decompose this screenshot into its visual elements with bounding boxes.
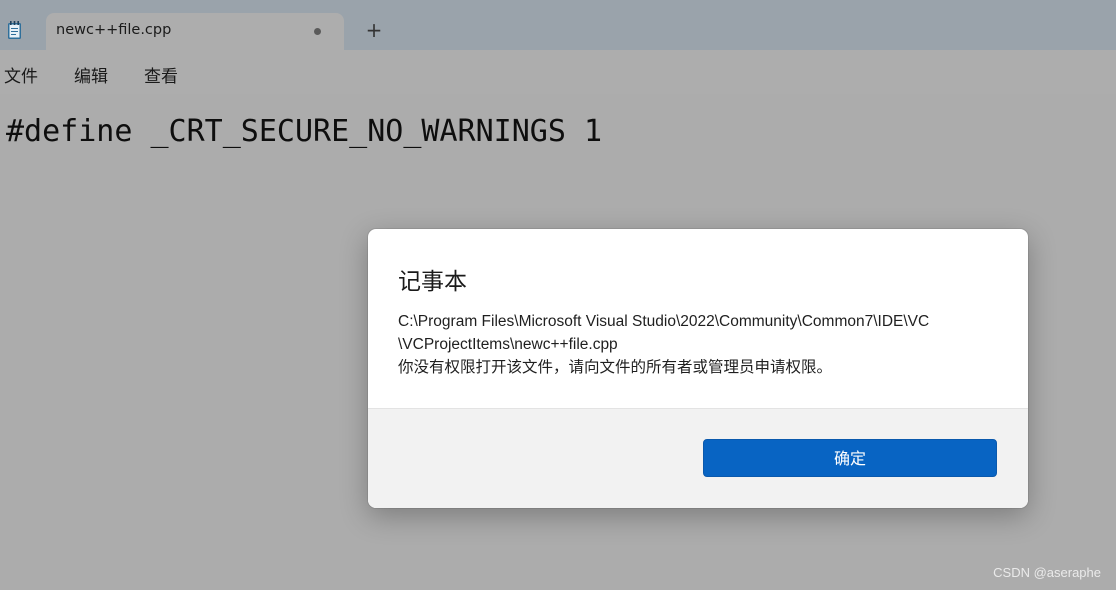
dialog-message-path-line-2: \VCProjectItems\newc++file.cpp [398, 336, 618, 353]
unsaved-dot-icon[interactable] [314, 28, 321, 35]
dialog-message-path-line-1: C:\Program Files\Microsoft Visual Studio… [398, 313, 930, 330]
notepad-window: newc++file.cpp + 文件 编辑 查看 #define _CRT_S… [0, 0, 1116, 590]
permission-error-dialog: 记事本 C:\Program Files\Microsoft Visual St… [368, 229, 1028, 508]
dialog-footer: 确定 [368, 408, 1028, 508]
menu-file[interactable]: 文件 [4, 62, 38, 87]
editor-text: #define _CRT_SECURE_NO_WARNINGS 1 [6, 114, 603, 149]
tab-strip: newc++file.cpp + [0, 0, 1116, 50]
menu-edit[interactable]: 编辑 [74, 62, 108, 87]
menu-bar: 文件 编辑 查看 [0, 50, 1116, 94]
ok-button[interactable]: 确定 [703, 439, 997, 477]
watermark: CSDN @aseraphe [993, 565, 1101, 580]
menu-view[interactable]: 查看 [144, 62, 178, 87]
dialog-message-error: 你没有权限打开该文件，请向文件的所有者或管理员申请权限。 [398, 359, 833, 376]
tab-title: newc++file.cpp [56, 22, 172, 38]
notepad-icon [8, 21, 21, 39]
tab-newc-file[interactable]: newc++file.cpp [46, 13, 344, 50]
dialog-title: 记事本 [398, 269, 467, 295]
dialog-message: C:\Program Files\Microsoft Visual Studio… [398, 310, 1002, 379]
plus-icon[interactable]: + [365, 20, 383, 40]
